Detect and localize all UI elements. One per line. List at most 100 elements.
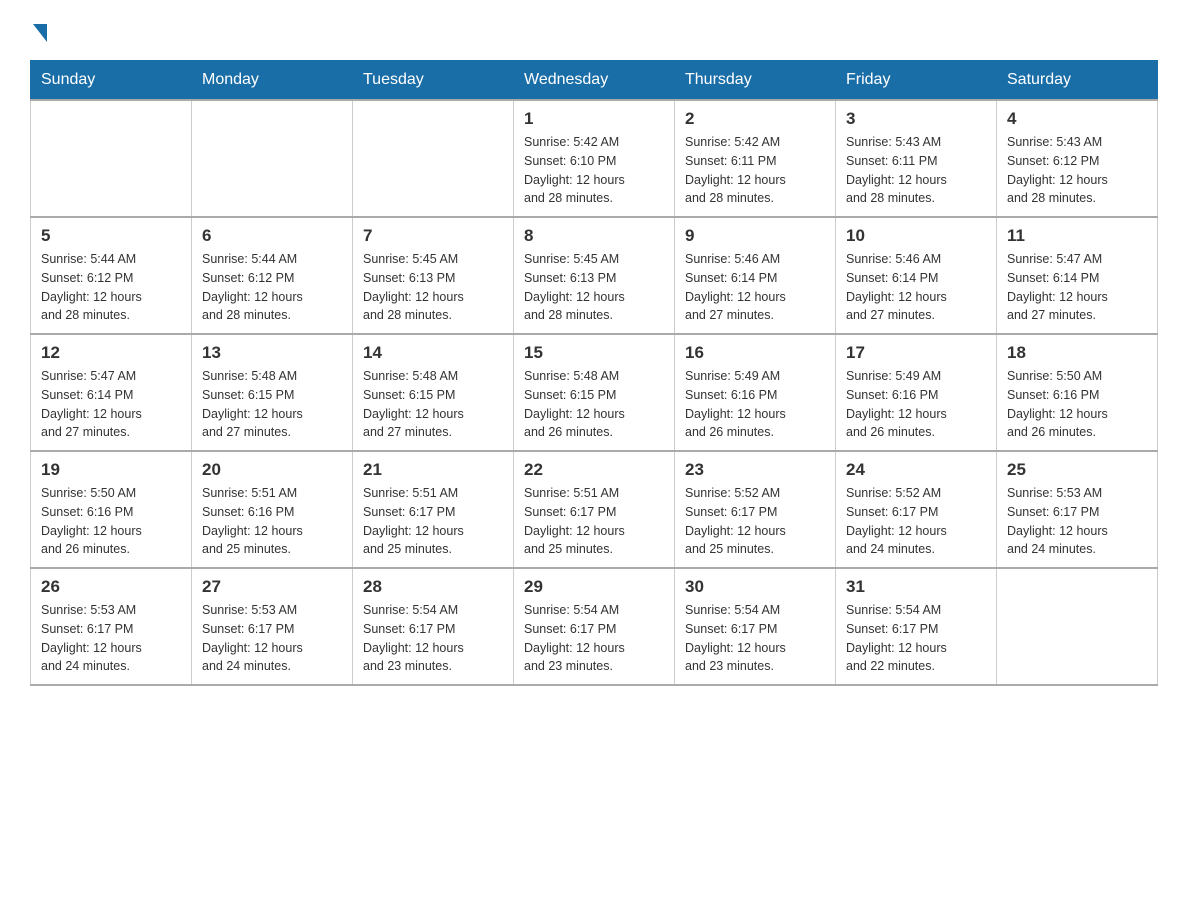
- day-number: 8: [524, 226, 664, 246]
- column-header-sunday: Sunday: [31, 61, 192, 101]
- day-info: Sunrise: 5:51 AM Sunset: 6:17 PM Dayligh…: [363, 484, 503, 559]
- day-info: Sunrise: 5:48 AM Sunset: 6:15 PM Dayligh…: [524, 367, 664, 442]
- week-row-4: 19Sunrise: 5:50 AM Sunset: 6:16 PM Dayli…: [31, 451, 1158, 568]
- day-number: 10: [846, 226, 986, 246]
- day-info: Sunrise: 5:54 AM Sunset: 6:17 PM Dayligh…: [685, 601, 825, 676]
- calendar-cell: 31Sunrise: 5:54 AM Sunset: 6:17 PM Dayli…: [836, 568, 997, 685]
- calendar-cell: 23Sunrise: 5:52 AM Sunset: 6:17 PM Dayli…: [675, 451, 836, 568]
- day-number: 13: [202, 343, 342, 363]
- day-info: Sunrise: 5:45 AM Sunset: 6:13 PM Dayligh…: [363, 250, 503, 325]
- calendar-cell: 11 Sunrise: 5:47 AM Sunset: 6:14 PM Dayli…: [997, 217, 1158, 334]
- day-number: 30: [685, 577, 825, 597]
- day-number: 26: [41, 577, 181, 597]
- day-info: Sunrise: 5:50 AM Sunset: 6:16 PM Dayligh…: [1007, 367, 1147, 442]
- column-header-wednesday: Wednesday: [514, 61, 675, 101]
- calendar-cell: [997, 568, 1158, 685]
- calendar-cell: 29 Sunrise: 5:54 AM Sunset: 6:17 PM Dayli…: [514, 568, 675, 685]
- day-info: Sunrise: 5:44 AM Sunset: 6:12 PM Dayligh…: [41, 250, 181, 325]
- day-number: 22: [524, 460, 664, 480]
- calendar-cell: 20 Sunrise: 5:51 AM Sunset: 6:16 PM Dayli…: [192, 451, 353, 568]
- day-number: 21: [363, 460, 503, 480]
- day-info: Sunrise: 5:54 AM Sunset: 6:17 PM Dayligh…: [363, 601, 503, 676]
- day-number: 20: [202, 460, 342, 480]
- calendar-cell: 4 Sunrise: 5:43 AM Sunset: 6:12 PM Daylig…: [997, 100, 1158, 217]
- calendar-cell: 19Sunrise: 5:50 AM Sunset: 6:16 PM Dayli…: [31, 451, 192, 568]
- column-header-tuesday: Tuesday: [353, 61, 514, 101]
- calendar-cell: 18 Sunrise: 5:50 AM Sunset: 6:16 PM Dayli…: [997, 334, 1158, 451]
- calendar-cell: 5 Sunrise: 5:44 AM Sunset: 6:12 PM Daylig…: [31, 217, 192, 334]
- column-header-thursday: Thursday: [675, 61, 836, 101]
- day-info: Sunrise: 5:45 AM Sunset: 6:13 PM Dayligh…: [524, 250, 664, 325]
- day-number: 27: [202, 577, 342, 597]
- day-info: Sunrise: 5:47 AM Sunset: 6:14 PM Dayligh…: [41, 367, 181, 442]
- column-header-monday: Monday: [192, 61, 353, 101]
- day-info: Sunrise: 5:51 AM Sunset: 6:16 PM Dayligh…: [202, 484, 342, 559]
- calendar-cell: 28 Sunrise: 5:54 AM Sunset: 6:17 PM Dayli…: [353, 568, 514, 685]
- day-info: Sunrise: 5:53 AM Sunset: 6:17 PM Dayligh…: [1007, 484, 1147, 559]
- page-header: [30, 20, 1158, 42]
- day-info: Sunrise: 5:47 AM Sunset: 6:14 PM Dayligh…: [1007, 250, 1147, 325]
- day-number: 1: [524, 109, 664, 129]
- week-row-1: 1Sunrise: 5:42 AM Sunset: 6:10 PM Daylig…: [31, 100, 1158, 217]
- calendar-cell: 12 Sunrise: 5:47 AM Sunset: 6:14 PM Dayli…: [31, 334, 192, 451]
- calendar-cell: 15 Sunrise: 5:48 AM Sunset: 6:15 PM Dayli…: [514, 334, 675, 451]
- day-info: Sunrise: 5:43 AM Sunset: 6:12 PM Dayligh…: [1007, 133, 1147, 208]
- day-number: 7: [363, 226, 503, 246]
- day-number: 5: [41, 226, 181, 246]
- day-number: 17: [846, 343, 986, 363]
- day-number: 28: [363, 577, 503, 597]
- calendar-cell: 3 Sunrise: 5:43 AM Sunset: 6:11 PM Daylig…: [836, 100, 997, 217]
- day-number: 16: [685, 343, 825, 363]
- week-row-5: 26 Sunrise: 5:53 AM Sunset: 6:17 PM Dayli…: [31, 568, 1158, 685]
- day-info: Sunrise: 5:53 AM Sunset: 6:17 PM Dayligh…: [41, 601, 181, 676]
- day-info: Sunrise: 5:43 AM Sunset: 6:11 PM Dayligh…: [846, 133, 986, 208]
- calendar-cell: 13 Sunrise: 5:48 AM Sunset: 6:15 PM Dayli…: [192, 334, 353, 451]
- day-info: Sunrise: 5:46 AM Sunset: 6:14 PM Dayligh…: [846, 250, 986, 325]
- calendar-table: SundayMondayTuesdayWednesdayThursdayFrid…: [30, 60, 1158, 686]
- day-number: 9: [685, 226, 825, 246]
- calendar-cell: 7 Sunrise: 5:45 AM Sunset: 6:13 PM Daylig…: [353, 217, 514, 334]
- day-info: Sunrise: 5:52 AM Sunset: 6:17 PM Dayligh…: [846, 484, 986, 559]
- day-info: Sunrise: 5:42 AM Sunset: 6:11 PM Dayligh…: [685, 133, 825, 208]
- calendar-cell: [353, 100, 514, 217]
- calendar-cell: [31, 100, 192, 217]
- calendar-cell: 6Sunrise: 5:44 AM Sunset: 6:12 PM Daylig…: [192, 217, 353, 334]
- calendar-cell: 1Sunrise: 5:42 AM Sunset: 6:10 PM Daylig…: [514, 100, 675, 217]
- day-number: 4: [1007, 109, 1147, 129]
- day-number: 2: [685, 109, 825, 129]
- column-header-saturday: Saturday: [997, 61, 1158, 101]
- calendar-cell: 9 Sunrise: 5:46 AM Sunset: 6:14 PM Daylig…: [675, 217, 836, 334]
- day-number: 29: [524, 577, 664, 597]
- calendar-cell: 2 Sunrise: 5:42 AM Sunset: 6:11 PM Daylig…: [675, 100, 836, 217]
- calendar-cell: 21 Sunrise: 5:51 AM Sunset: 6:17 PM Dayli…: [353, 451, 514, 568]
- day-number: 12: [41, 343, 181, 363]
- week-row-2: 5 Sunrise: 5:44 AM Sunset: 6:12 PM Daylig…: [31, 217, 1158, 334]
- calendar-cell: 25Sunrise: 5:53 AM Sunset: 6:17 PM Dayli…: [997, 451, 1158, 568]
- day-info: Sunrise: 5:51 AM Sunset: 6:17 PM Dayligh…: [524, 484, 664, 559]
- calendar-cell: 24 Sunrise: 5:52 AM Sunset: 6:17 PM Dayli…: [836, 451, 997, 568]
- day-info: Sunrise: 5:53 AM Sunset: 6:17 PM Dayligh…: [202, 601, 342, 676]
- calendar-cell: 30 Sunrise: 5:54 AM Sunset: 6:17 PM Dayli…: [675, 568, 836, 685]
- day-info: Sunrise: 5:49 AM Sunset: 6:16 PM Dayligh…: [685, 367, 825, 442]
- calendar-cell: 10 Sunrise: 5:46 AM Sunset: 6:14 PM Dayli…: [836, 217, 997, 334]
- day-number: 14: [363, 343, 503, 363]
- day-number: 24: [846, 460, 986, 480]
- day-number: 15: [524, 343, 664, 363]
- day-number: 18: [1007, 343, 1147, 363]
- calendar-cell: 26 Sunrise: 5:53 AM Sunset: 6:17 PM Dayli…: [31, 568, 192, 685]
- day-number: 11: [1007, 226, 1147, 246]
- day-info: Sunrise: 5:54 AM Sunset: 6:17 PM Dayligh…: [524, 601, 664, 676]
- week-row-3: 12 Sunrise: 5:47 AM Sunset: 6:14 PM Dayli…: [31, 334, 1158, 451]
- day-info: Sunrise: 5:46 AM Sunset: 6:14 PM Dayligh…: [685, 250, 825, 325]
- calendar-cell: 17Sunrise: 5:49 AM Sunset: 6:16 PM Dayli…: [836, 334, 997, 451]
- day-info: Sunrise: 5:44 AM Sunset: 6:12 PM Dayligh…: [202, 250, 342, 325]
- calendar-cell: 16 Sunrise: 5:49 AM Sunset: 6:16 PM Dayli…: [675, 334, 836, 451]
- calendar-cell: 14 Sunrise: 5:48 AM Sunset: 6:15 PM Dayli…: [353, 334, 514, 451]
- calendar-cell: 22 Sunrise: 5:51 AM Sunset: 6:17 PM Dayli…: [514, 451, 675, 568]
- day-number: 19: [41, 460, 181, 480]
- logo-arrow-icon: [33, 24, 47, 42]
- day-info: Sunrise: 5:48 AM Sunset: 6:15 PM Dayligh…: [363, 367, 503, 442]
- day-info: Sunrise: 5:48 AM Sunset: 6:15 PM Dayligh…: [202, 367, 342, 442]
- day-number: 31: [846, 577, 986, 597]
- day-number: 3: [846, 109, 986, 129]
